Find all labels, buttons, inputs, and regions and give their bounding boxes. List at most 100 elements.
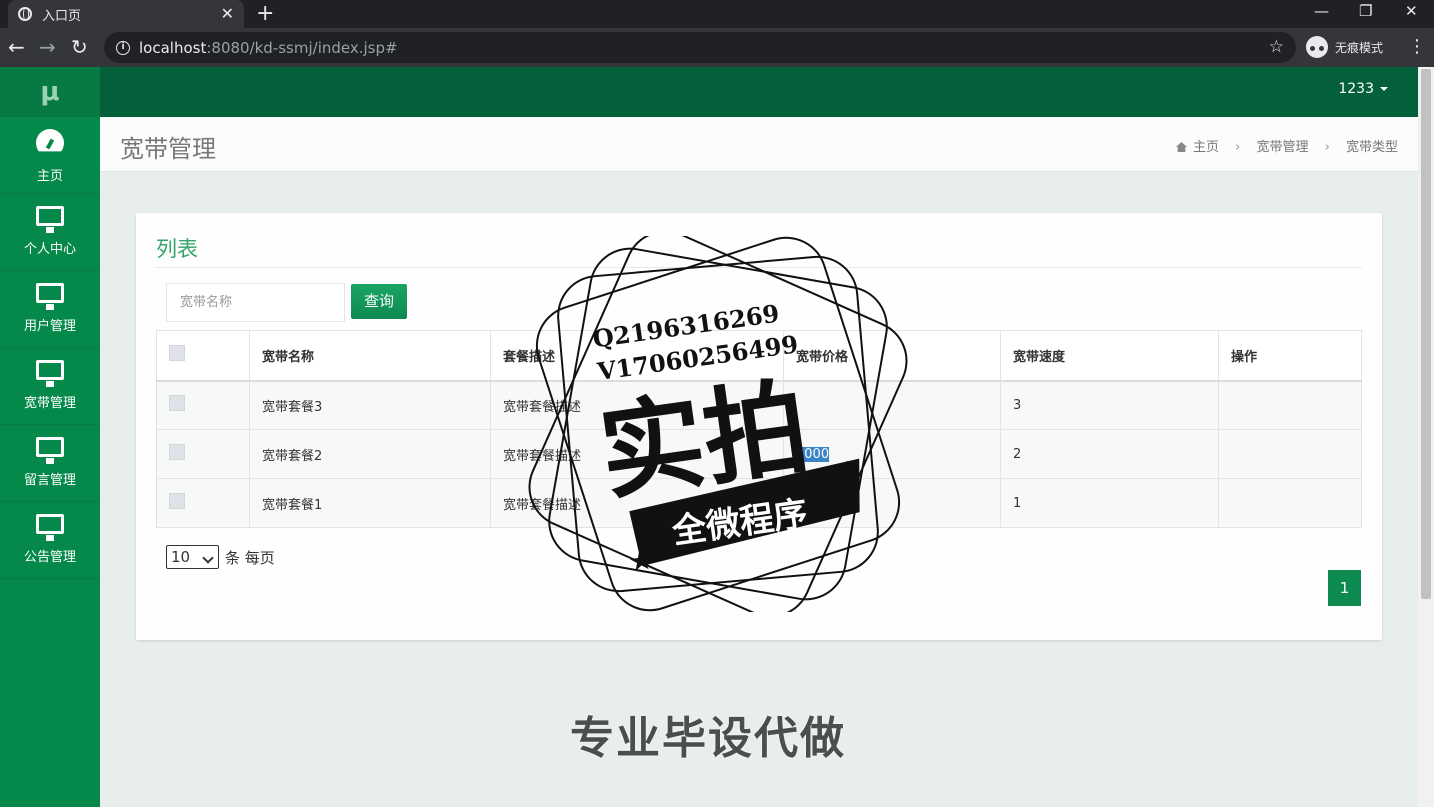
browser-toolbar: ← → ↻ i localhost:8080/kd-ssmj/index.jsp…: [0, 28, 1434, 67]
brand-logo: μ: [0, 67, 100, 117]
watermark-bottom-text: 专业毕设代做: [570, 713, 846, 764]
row-select-cell: [156, 478, 250, 528]
new-tab-button[interactable]: +: [256, 1, 274, 26]
cell-price: [783, 380, 1001, 430]
cell-speed: 1: [1000, 478, 1219, 528]
incognito-label: 无痕模式: [1335, 40, 1384, 55]
column-header[interactable]: 宽带名称: [249, 330, 491, 382]
breadcrumb-separator: ›: [1324, 140, 1330, 155]
select-all-checkbox[interactable]: [169, 345, 185, 362]
list-panel: 列表 宽带名称 查询 宽带名称 套餐描述 宽带价格 宽带速度 操作 宽带套餐3 …: [136, 213, 1382, 640]
tab-close-icon[interactable]: ✕: [221, 4, 234, 23]
sidebar-item-users[interactable]: 用户管理: [0, 271, 100, 348]
sidebar-item-label: 主页: [36, 169, 63, 184]
cell-price: 2000: [783, 429, 1001, 479]
sidebar-item-label: 公告管理: [23, 550, 76, 565]
sidebar-item-home[interactable]: 主页: [0, 117, 100, 194]
bookmark-star-icon[interactable]: ☆: [1269, 37, 1284, 57]
cell-desc: 宽带套餐描述: [490, 478, 784, 528]
forward-icon[interactable]: →: [39, 36, 56, 58]
caret-down-icon: [1380, 87, 1388, 91]
sidebar-item-label: 留言管理: [23, 473, 76, 488]
table-row[interactable]: 宽带套餐3 宽带套餐描述 3: [156, 380, 1362, 430]
monitor-icon: [36, 437, 64, 464]
breadcrumb-section[interactable]: 宽带管理: [1256, 140, 1308, 155]
page-size-suffix: 条 每页: [225, 548, 275, 567]
browser-tab-strip: 入口页 ✕ + — ❐ ✕: [0, 0, 1434, 28]
breadcrumb-current: 宽带类型: [1345, 140, 1398, 155]
url-host: localhost: [139, 38, 207, 57]
divider: [156, 267, 1362, 268]
main-content: 列表 宽带名称 查询 宽带名称 套餐描述 宽带价格 宽带速度 操作 宽带套餐3 …: [100, 172, 1418, 807]
table-row[interactable]: 宽带套餐1 宽带套餐描述 1: [156, 478, 1362, 528]
row-checkbox[interactable]: [169, 493, 185, 509]
dashboard-icon: [36, 129, 64, 153]
minimize-icon[interactable]: —: [1314, 2, 1329, 20]
monitor-icon: [36, 283, 64, 310]
home-icon: [1175, 142, 1187, 152]
sidebar: μ 主页 个人中心 用户管理 宽带管理 留言管理 公告管理: [0, 67, 100, 807]
table-header-row: 宽带名称 套餐描述 宽带价格 宽带速度 操作: [156, 330, 1362, 382]
panel-title: 列表: [156, 237, 198, 261]
page-size-control: 10 条 每页: [166, 545, 275, 569]
breadcrumb-separator: ›: [1235, 140, 1241, 155]
sidebar-item-messages[interactable]: 留言管理: [0, 425, 100, 502]
monitor-icon: [36, 514, 64, 541]
address-bar[interactable]: i localhost:8080/kd-ssmj/index.jsp# ☆: [104, 32, 1296, 63]
top-header: 1233: [100, 67, 1418, 117]
search-button[interactable]: 查询: [351, 284, 407, 319]
table-row[interactable]: 宽带套餐2 宽带套餐描述 2000 2: [156, 429, 1362, 479]
cell-price: [783, 478, 1001, 528]
monitor-icon: [36, 360, 64, 387]
row-select-cell: [156, 429, 250, 479]
column-header[interactable]: 宽带价格: [783, 330, 1001, 382]
sidebar-item-profile[interactable]: 个人中心: [0, 194, 100, 271]
user-name: 1233: [1338, 81, 1374, 97]
row-checkbox[interactable]: [169, 444, 185, 460]
cell-desc: 宽带套餐描述: [490, 380, 784, 430]
column-header: 操作: [1218, 330, 1362, 382]
cell-desc: 宽带套餐描述: [490, 429, 784, 479]
back-icon[interactable]: ←: [8, 36, 25, 58]
globe-icon: [18, 7, 32, 21]
sidebar-item-label: 宽带管理: [23, 396, 76, 411]
monitor-icon: [36, 206, 64, 233]
column-header[interactable]: 套餐描述: [490, 330, 784, 382]
browser-menu-icon[interactable]: ⋮: [1408, 38, 1426, 56]
search-input[interactable]: 宽带名称: [166, 283, 345, 322]
scrollbar-thumb[interactable]: [1421, 69, 1431, 599]
cell-name: 宽带套餐1: [249, 478, 491, 528]
sidebar-item-label: 个人中心: [23, 242, 76, 257]
breadcrumb-home[interactable]: 主页: [1193, 140, 1219, 155]
data-table: 宽带名称 套餐描述 宽带价格 宽带速度 操作 宽带套餐3 宽带套餐描述 3 宽带…: [156, 330, 1362, 528]
sidebar-item-broadband[interactable]: 宽带管理: [0, 348, 100, 425]
incognito-icon: [1306, 36, 1328, 58]
user-menu[interactable]: 1233: [1338, 81, 1388, 97]
sidebar-item-notices[interactable]: 公告管理: [0, 502, 100, 579]
restore-icon[interactable]: ❐: [1359, 2, 1372, 20]
window-close-icon[interactable]: ✕: [1405, 2, 1418, 20]
cell-ops: [1218, 478, 1362, 528]
selected-text: 2000: [796, 446, 830, 462]
reload-icon[interactable]: ↻: [71, 36, 88, 58]
breadcrumb: 主页 › 宽带管理 › 宽带类型: [1175, 136, 1398, 155]
incognito-indicator[interactable]: 无痕模式: [1306, 36, 1383, 58]
cell-speed: 2: [1000, 429, 1219, 479]
cell-speed: 3: [1000, 380, 1219, 430]
column-header[interactable]: 宽带速度: [1000, 330, 1219, 382]
page-title-bar: 宽带管理 主页 › 宽带管理 › 宽带类型: [100, 117, 1418, 172]
page-button-current[interactable]: 1: [1328, 570, 1361, 606]
sidebar-item-label: 用户管理: [23, 319, 76, 334]
cell-ops: [1218, 429, 1362, 479]
row-select-cell: [156, 380, 250, 430]
info-icon[interactable]: i: [116, 40, 130, 55]
cell-name: 宽带套餐2: [249, 429, 491, 479]
page-scrollbar[interactable]: [1418, 67, 1434, 807]
select-all-cell: [156, 330, 250, 382]
cell-ops: [1218, 380, 1362, 430]
page-size-select[interactable]: 10: [166, 545, 219, 569]
row-checkbox[interactable]: [169, 395, 185, 412]
url-path: :8080/kd-ssmj/index.jsp#: [206, 38, 398, 57]
tab-title: 入口页: [42, 8, 82, 24]
browser-tab[interactable]: 入口页 ✕: [8, 0, 244, 28]
